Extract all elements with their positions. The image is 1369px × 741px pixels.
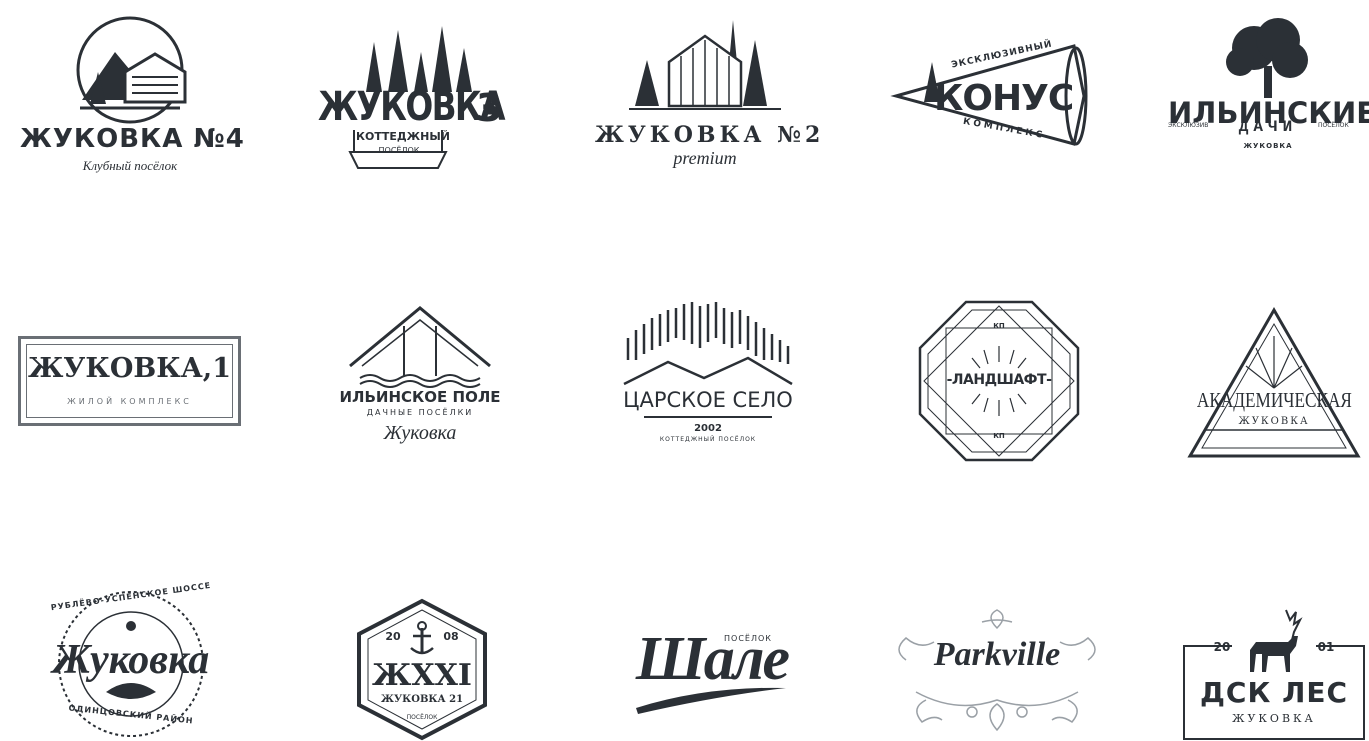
logo-small: ПОСЁЛОК [406, 714, 438, 721]
logo-bottom: КП [993, 432, 1005, 440]
mountain-house-icon [76, 16, 187, 124]
aurora-mountain-icon [623, 302, 793, 386]
logo-script: premium [673, 148, 737, 168]
house-trees-icon [629, 20, 781, 110]
logo-zhukovka-1: ЖУКОВКА,1 ЖИЛОЙ КОМПЛЕКС [18, 336, 241, 426]
logo-shale: ПОСЁЛОК Шале [628, 620, 796, 720]
divider [644, 416, 772, 418]
logo-subtitle: ДАЧНЫЕ ПОСЁЛКИ [366, 408, 474, 417]
logo-top: КП [993, 322, 1005, 330]
anchor-icon [410, 621, 434, 655]
logo-konus: ЭКСКЛЮЗИВНЫЙ КОНУС КОМПЛЕКС [890, 39, 1094, 150]
logo-left-year: 20 [1213, 640, 1231, 654]
logo-small: ПОСЁЛОК [378, 146, 420, 155]
logo-subtitle: ЖИЛОЙ КОМПЛЕКС [67, 397, 192, 406]
swoosh-underline [636, 687, 786, 714]
logo-right-year: 01 [1317, 640, 1335, 654]
tree-icon [1226, 18, 1308, 98]
logo-title: ЖУКОВКА,1 [28, 353, 231, 384]
logo-subtitle: Клубный посёлок [82, 158, 178, 173]
logo-title: ИЛЬИНСКОЕ ПОЛЕ [339, 388, 501, 406]
logo-left-year: 20 [385, 630, 401, 643]
logo-zhukovka-2: ЖУКОВКА №2 premium [595, 10, 825, 180]
logo-subtitle: ЖУКОВКА [1238, 416, 1310, 427]
logo-number: 3 [476, 86, 503, 130]
logo-script: Жуковка [383, 422, 457, 444]
logo-subtitle: КОТТЕДЖНЫЙ [356, 130, 450, 143]
roof-house-icon [349, 306, 491, 388]
logo-title: ЖУКОВКА [318, 84, 505, 130]
logo-title: КОНУС [934, 78, 1074, 119]
logo-title: АКАДЕМИЧЕСКАЯ [1196, 388, 1352, 412]
logo-year: 2002 [694, 423, 722, 434]
logo-title: Жуковка [52, 637, 210, 683]
logo-subtitle: ДАЧИ [1238, 118, 1298, 136]
logo-ilinskoe-pole: ИЛЬИНСКОЕ ПОЛЕ ДАЧНЫЕ ПОСЁЛКИ Жуковка [320, 304, 520, 464]
logo-title: -ЛАНДШАФТ- [946, 372, 1052, 388]
logo-title: ЖУКОВКА №2 [595, 122, 825, 148]
logo-title: ЦАРСКОЕ СЕЛО [623, 388, 793, 412]
logo-subtitle: ЖУКОВКА 21 [380, 694, 464, 705]
logo-right-year: 08 [443, 630, 459, 643]
logo-bottom: КОТТЕДЖНЫЙ ПОСЁЛОК [659, 436, 757, 443]
logo-title: ЖУКОВКА №4 [20, 124, 245, 154]
logo-landshaft: КП -ЛАНДШАФТ- КП [918, 300, 1080, 462]
logo-ilinskie-dachi: ИЛЬИНСКИЕ ЭКСКЛЮЗИВ ПОСЁЛОК ДАЧИ ЖУКОВКА [1168, 18, 1369, 178]
logo-zhukovka-3: ЖУКОВКА 3 КОТТЕДЖНЫЙ ПОСЁЛОК [318, 12, 518, 182]
logo-akademicheskaya: АКАДЕМИЧЕСКАЯ ЖУКОВКА [1186, 306, 1362, 462]
logo-title: ДСК ЛЕС [1199, 676, 1349, 709]
logo-title: Parkville [933, 636, 1061, 673]
logo-zhukovka-script: РУБЛЁВО-УСПЕНСКОЕ ШОССЕ Жуковка ОДИНЦОВС… [36, 581, 226, 740]
logo-title: ЖXXI [372, 658, 472, 693]
logo-zhxxi: 20 08 ЖXXI ЖУКОВКА 21 ПОСЁЛОК [355, 598, 489, 741]
logo-subtitle: ЖУКОВКА [1232, 712, 1316, 725]
logo-parkville: Parkville [886, 600, 1108, 741]
logo-small: ЖУКОВКА [1243, 142, 1293, 150]
triangle-icon [1187, 306, 1361, 458]
logo-dsk-les: 20 01 ДСК ЛЕС ЖУКОВКА [1182, 606, 1366, 741]
logo-zhukovka-4: ЖУКОВКА №4 Клубный посёлок [20, 12, 245, 182]
logo-tsarskoe-selo: ЦАРСКОЕ СЕЛО 2002 КОТТЕДЖНЫЙ ПОСЁЛОК [608, 298, 808, 458]
